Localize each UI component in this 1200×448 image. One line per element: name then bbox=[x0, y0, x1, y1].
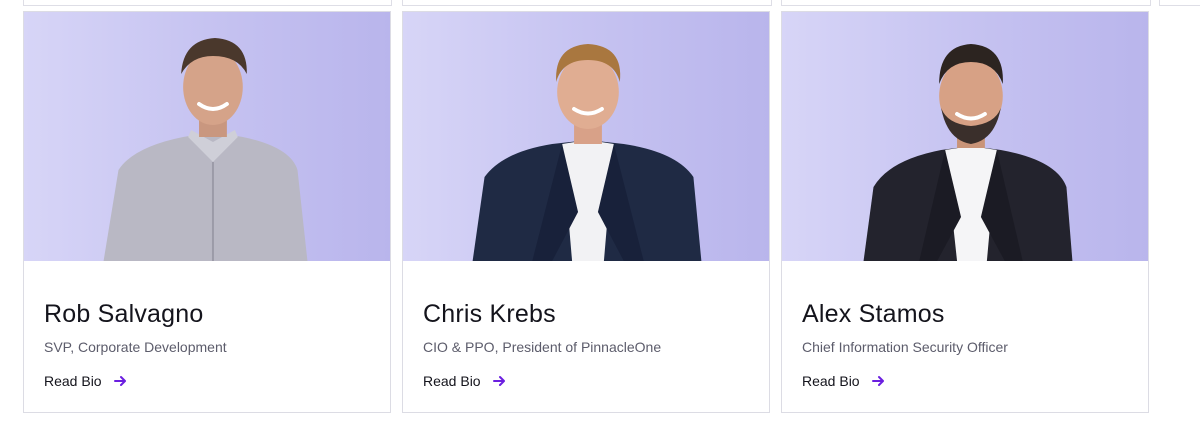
team-member-photo bbox=[24, 12, 390, 261]
team-member-title: CIO & PPO, President of PinnacleOne bbox=[423, 339, 662, 355]
team-grid: Rob Salvagno SVP, Corporate Development … bbox=[0, 0, 1200, 448]
team-member-card: Alex Stamos Chief Information Security O… bbox=[781, 11, 1149, 413]
read-bio-label: Read Bio bbox=[802, 373, 860, 389]
read-bio-link[interactable]: Read Bio bbox=[423, 373, 507, 389]
previous-card-edge bbox=[1159, 0, 1200, 6]
previous-card-edge bbox=[402, 0, 772, 6]
team-member-card: Rob Salvagno SVP, Corporate Development … bbox=[23, 11, 391, 413]
read-bio-label: Read Bio bbox=[423, 373, 481, 389]
read-bio-label: Read Bio bbox=[44, 373, 102, 389]
team-member-name: Chris Krebs bbox=[423, 300, 556, 328]
team-member-title: Chief Information Security Officer bbox=[802, 339, 1008, 355]
previous-card-edge bbox=[23, 0, 392, 6]
team-member-photo bbox=[782, 12, 1148, 261]
read-bio-link[interactable]: Read Bio bbox=[44, 373, 128, 389]
team-member-title: SVP, Corporate Development bbox=[44, 339, 227, 355]
team-member-photo bbox=[403, 12, 769, 261]
previous-card-edge bbox=[781, 0, 1151, 6]
team-member-name: Alex Stamos bbox=[802, 300, 945, 328]
team-member-card: Chris Krebs CIO & PPO, President of Pinn… bbox=[402, 11, 770, 413]
arrow-right-icon bbox=[113, 374, 128, 388]
read-bio-link[interactable]: Read Bio bbox=[802, 373, 886, 389]
arrow-right-icon bbox=[492, 374, 507, 388]
team-member-name: Rob Salvagno bbox=[44, 300, 204, 328]
arrow-right-icon bbox=[871, 374, 886, 388]
